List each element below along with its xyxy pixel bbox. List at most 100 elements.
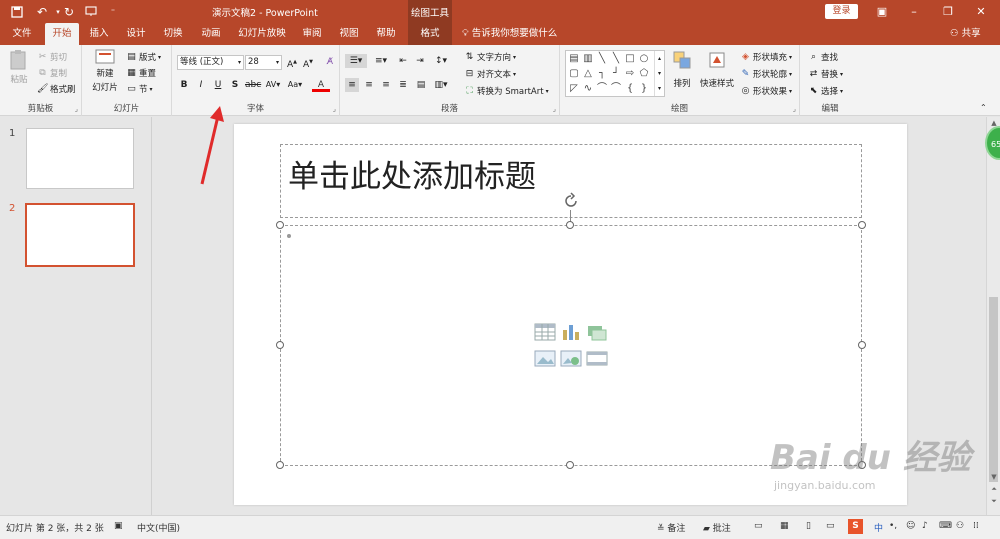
decrease-font-icon[interactable]: A▼ — [301, 55, 315, 70]
insert-table-icon[interactable] — [534, 322, 556, 342]
bold-icon[interactable]: B — [177, 78, 191, 92]
tab-file[interactable]: 文件 — [8, 23, 36, 45]
resize-handle-tl[interactable] — [276, 221, 284, 229]
drawing-launcher-icon[interactable]: ⌟ — [793, 105, 796, 113]
keyboard-icon[interactable]: ⌨ — [939, 521, 952, 531]
cut-button[interactable]: ✂ 剪切 — [37, 51, 67, 64]
resize-handle-r[interactable] — [858, 341, 866, 349]
user-icon[interactable]: ⚇ — [956, 521, 964, 531]
prev-slide-icon[interactable]: ⏶ — [989, 485, 999, 494]
align-right-icon[interactable]: ≡ — [379, 78, 393, 92]
replace-button[interactable]: ⇄ 替换 ▾ — [808, 68, 843, 81]
font-launcher-icon[interactable]: ⌟ — [333, 105, 336, 113]
resize-handle-tr[interactable] — [858, 221, 866, 229]
arc-shape-icon[interactable]: ⌒ — [596, 83, 608, 95]
section-button[interactable]: ▭ 节 ▾ — [126, 83, 152, 96]
tab-home[interactable]: 开始 — [45, 23, 79, 45]
tab-format[interactable]: 格式 — [408, 23, 452, 45]
tab-transitions[interactable]: 切换 — [158, 23, 188, 45]
insert-chart-icon[interactable] — [560, 322, 582, 342]
paste-button[interactable]: 粘贴 — [6, 49, 32, 85]
align-text-button[interactable]: ⊟ 对齐文本 ▾ — [464, 68, 516, 81]
collapse-ribbon-icon[interactable]: ⌃ — [980, 103, 987, 112]
vertical-scrollbar[interactable]: ▲ ▼ ⏶ ⏷ — [986, 117, 1000, 515]
resize-handle-t[interactable] — [566, 221, 574, 229]
quick-styles-button[interactable]: 快速样式 — [699, 51, 735, 89]
change-case-icon[interactable]: Aa▾ — [285, 78, 305, 92]
grid-icon[interactable]: ⁞⁞ — [973, 521, 979, 531]
curve-shape-icon[interactable]: ∿ — [582, 83, 594, 95]
normal-view-icon[interactable]: ▭ — [754, 521, 763, 531]
slide-sorter-icon[interactable]: ▦ — [780, 521, 789, 531]
distributed-icon[interactable]: ▤ — [414, 78, 428, 92]
align-left-icon[interactable]: ≡ — [345, 78, 359, 92]
folded-corner-icon[interactable]: ◸ — [568, 83, 580, 95]
slide-thumbnail-1[interactable] — [26, 128, 134, 189]
vertical-textbox-shape-icon[interactable]: ▥ — [582, 53, 594, 65]
punctuation-icon[interactable]: •, — [889, 521, 897, 531]
right-arrow-shape-icon[interactable]: ⇨ — [624, 68, 636, 80]
new-slide-button[interactable]: 新建 幻灯片 — [88, 49, 122, 93]
redo-icon[interactable]: ↻ — [60, 3, 78, 20]
find-button[interactable]: ⌕ 查找 — [808, 51, 838, 64]
reset-button[interactable]: ▦ 重置 — [126, 67, 156, 80]
insert-video-icon[interactable] — [586, 348, 608, 368]
arrange-button[interactable]: 排列 — [671, 51, 693, 89]
tab-animations[interactable]: 动画 — [196, 23, 226, 45]
triangle-shape-icon[interactable]: △ — [582, 68, 594, 80]
tell-me-search[interactable]: 💡︎ 告诉我你想要做什么 — [462, 23, 557, 45]
tab-insert[interactable]: 插入 — [84, 23, 114, 45]
scroll-down-icon[interactable]: ▼ — [989, 473, 999, 481]
layout-button[interactable]: ▤ 版式 ▾ — [126, 51, 161, 64]
spellcheck-icon[interactable]: ▣ — [114, 521, 123, 531]
increase-font-icon[interactable]: A▲ — [285, 55, 299, 70]
numbering-icon[interactable]: ≡▾ — [370, 54, 392, 68]
rounded-rect-shape-icon[interactable]: ▢ — [568, 68, 580, 80]
rectangle-shape-icon[interactable]: □ — [624, 53, 636, 65]
text-direction-button[interactable]: ⇅ 文字方向 ▾ — [464, 51, 516, 64]
left-brace-icon[interactable]: { — [624, 83, 636, 95]
scroll-thumb[interactable] — [989, 297, 998, 482]
elbow-connector-icon[interactable]: ┐ — [596, 68, 608, 80]
tab-view[interactable]: 视图 — [334, 23, 364, 45]
sogou-ime-icon[interactable]: S — [848, 519, 863, 534]
italic-icon[interactable]: I — [194, 78, 208, 92]
align-center-icon[interactable]: ≡ — [362, 78, 376, 92]
microphone-icon[interactable]: ♪ — [922, 521, 928, 531]
close-icon[interactable]: ✕ — [970, 2, 992, 21]
ime-mode[interactable]: 中 — [874, 521, 883, 534]
underline-icon[interactable]: U — [211, 78, 225, 92]
textbox-shape-icon[interactable]: ▤ — [568, 53, 580, 65]
resize-handle-bl[interactable] — [276, 461, 284, 469]
shadow-icon[interactable]: S — [228, 78, 242, 92]
login-button[interactable]: 登录 — [825, 4, 858, 19]
reading-view-icon[interactable]: ▯ — [806, 521, 811, 531]
select-button[interactable]: ⬉ 选择 ▾ — [808, 85, 843, 98]
present-from-start-icon[interactable] — [82, 3, 100, 20]
customize-qa-icon[interactable]: ⁼ — [104, 3, 122, 20]
comments-button[interactable]: ▰ 批注 — [703, 521, 731, 534]
language-status[interactable]: 中文(中国) — [137, 521, 180, 534]
oval-shape-icon[interactable]: ○ — [638, 53, 650, 65]
arc-shape-icon[interactable]: ⌒ — [610, 83, 622, 95]
columns-icon[interactable]: ▥▾ — [432, 78, 450, 92]
restore-icon[interactable]: ❐ — [937, 2, 959, 21]
format-painter-button[interactable]: 🖌︎ 格式刷 — [37, 83, 76, 96]
minimize-icon[interactable]: – — [903, 2, 925, 21]
smartart-button[interactable]: ⛶ 转换为 SmartArt ▾ — [464, 85, 548, 98]
tab-review[interactable]: 审阅 — [297, 23, 327, 45]
resize-handle-b[interactable] — [566, 461, 574, 469]
share-button[interactable]: ⚇ 共享 — [950, 23, 981, 45]
clear-formatting-icon[interactable]: A̸ — [323, 55, 337, 69]
shapes-gallery[interactable]: ▤ ▥ ╲ ╲ □ ○ ▢ △ ┐ ┘ ⇨ ⬠ ◸ ∿ ⌒ ⌒ { } ▴ ▾ ▾ — [565, 50, 665, 97]
line-shape-icon[interactable]: ╲ — [596, 53, 608, 65]
tab-slideshow[interactable]: 幻灯片放映 — [233, 23, 291, 45]
rotate-handle-icon[interactable] — [562, 192, 580, 210]
tab-design[interactable]: 设计 — [121, 23, 151, 45]
strikethrough-icon[interactable]: abc — [245, 78, 261, 92]
gallery-scroll-icon[interactable]: ▴ ▾ ▾ — [654, 51, 664, 96]
next-slide-icon[interactable]: ⏷ — [989, 497, 999, 506]
pentagon-arrow-icon[interactable]: ⬠ — [638, 68, 650, 80]
slide-thumbnail-2[interactable] — [25, 203, 135, 267]
ribbon-display-options-icon[interactable]: ▣ — [871, 2, 893, 21]
